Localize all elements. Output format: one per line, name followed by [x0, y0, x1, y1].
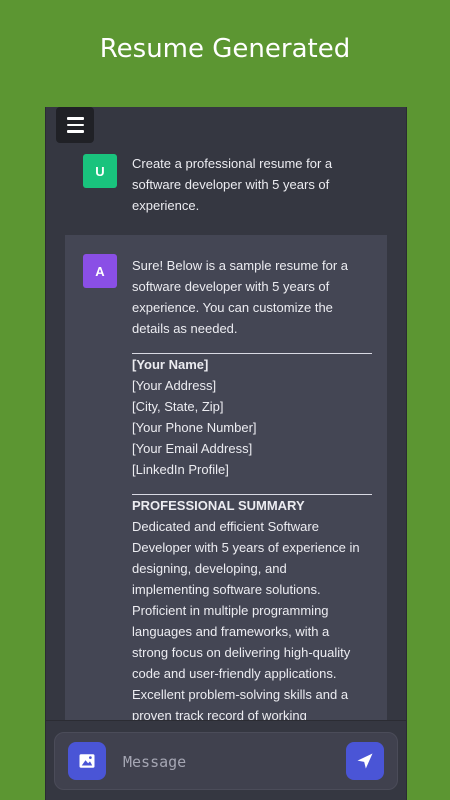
send-button[interactable]	[346, 742, 384, 780]
contact-address: [Your Address]	[132, 378, 217, 393]
user-message-line: experience.	[132, 198, 200, 213]
send-icon	[357, 753, 373, 769]
summary-line: Dedicated and efficient Software	[132, 519, 319, 534]
contact-name: [Your Name]	[132, 357, 209, 372]
contact-phone: [Your Phone Number]	[132, 420, 257, 435]
image-icon	[79, 754, 95, 768]
summary-line: designing, developing, and	[132, 561, 287, 576]
summary-line: Developer with 5 years of experience in	[132, 540, 360, 555]
summary-heading: PROFESSIONAL SUMMARY	[132, 498, 305, 513]
contact-linkedin: [LinkedIn Profile]	[132, 462, 229, 477]
assistant-message-block: Sure! Below is a sample resume for a sof…	[65, 235, 387, 735]
summary-line: strong focus on delivering high-quality	[132, 645, 351, 660]
summary-line: code and user-friendly applications.	[132, 666, 337, 681]
assistant-message: Sure! Below is a sample resume for a sof…	[132, 255, 372, 726]
contact-email: [Your Email Address]	[132, 441, 253, 456]
summary-line: Proficient in multiple programming	[132, 603, 329, 618]
summary-line: Excellent problem-solving skills and a	[132, 687, 349, 702]
user-avatar: U	[83, 154, 117, 188]
summary-line: languages and frameworks, with a	[132, 624, 330, 639]
page-title: Resume Generated	[99, 34, 351, 64]
attach-image-button[interactable]	[68, 742, 106, 780]
hamburger-menu-icon	[66, 117, 84, 120]
intro-line: software developer with 5 years of	[132, 279, 330, 294]
user-message-line: Create a professional resume for a	[132, 156, 333, 171]
chat-screen: U Create a professional resume for a sof…	[45, 107, 407, 800]
user-message: Create a professional resume for a softw…	[132, 153, 362, 216]
composer	[54, 732, 398, 790]
composer-bar	[46, 720, 406, 800]
menu-button[interactable]	[56, 107, 94, 143]
summary-line: implementing software solutions.	[132, 582, 321, 597]
intro-line: experience. You can customize the	[132, 300, 333, 315]
user-message-line: software developer with 5 years of	[132, 177, 330, 192]
intro-line: details as needed.	[132, 321, 238, 336]
message-input[interactable]	[121, 748, 335, 776]
assistant-avatar: A	[83, 254, 117, 288]
intro-line: Sure! Below is a sample resume for a	[132, 258, 349, 273]
contact-city: [City, State, Zip]	[132, 399, 224, 414]
